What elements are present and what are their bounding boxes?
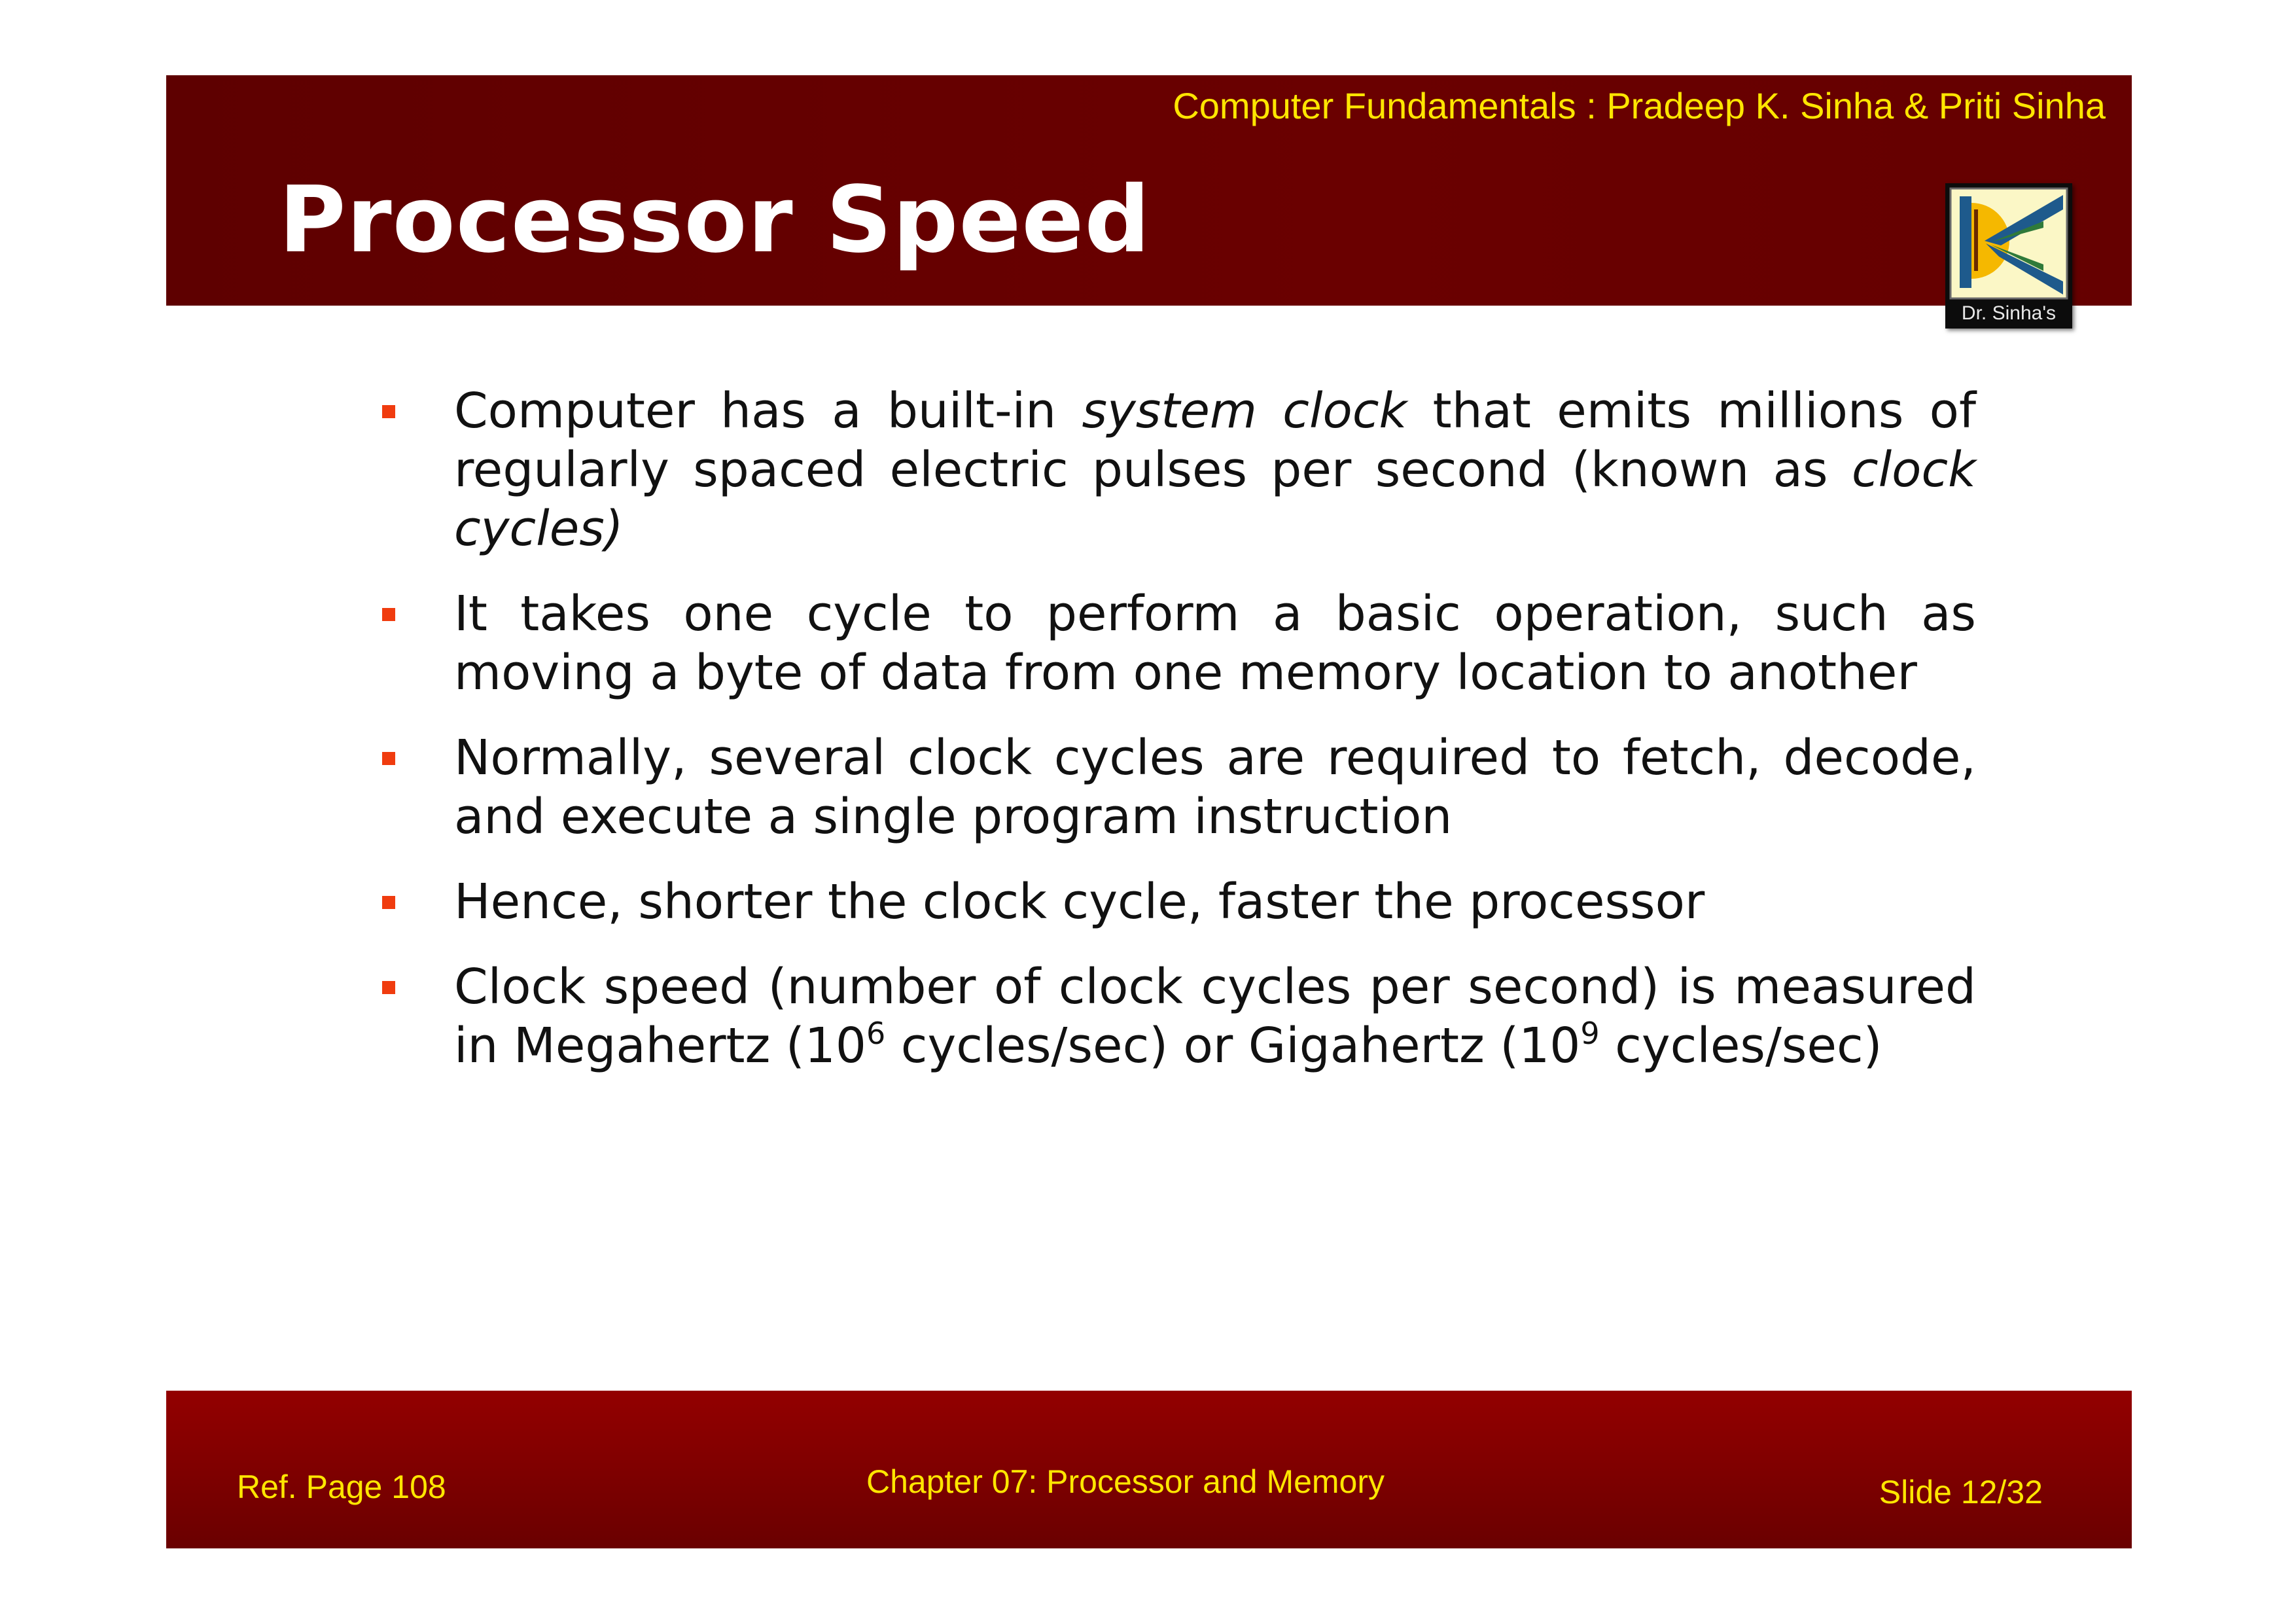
bullet-text: Normally, several clock cycles are requi… (454, 730, 1976, 845)
bullet-list: Computer has a built-in system clock tha… (373, 382, 1976, 1107)
italic-term: system clock (1082, 383, 1407, 439)
bullet-text: It takes one cycle to perform a basic op… (454, 586, 1976, 701)
text-run: cycles/sec) (1599, 1018, 1882, 1074)
bullet-square-icon (382, 981, 395, 994)
book-credit: Computer Fundamentals : Pradeep K. Sinha… (1173, 85, 2106, 126)
text-run: It takes one cycle to perform a basic op… (454, 586, 1976, 701)
bullet-square-icon (382, 752, 395, 765)
dr-sinhas-logo-icon: Dr. Sinha's (1945, 183, 2072, 329)
slide-page: Computer Fundamentals : Pradeep K. Sinha… (0, 0, 2296, 1623)
slide-number: Slide 12/32 (1879, 1474, 2043, 1510)
bullet-square-icon (382, 896, 395, 909)
slide-title: Processor Speed (279, 167, 1151, 274)
logo-caption: Dr. Sinha's (1961, 302, 2057, 324)
footer-band: Ref. Page 108 Chapter 07: Processor and … (166, 1391, 2132, 1548)
bullet-square-icon (382, 405, 395, 418)
bullet-text: Computer has a built-in system clock tha… (454, 383, 1976, 557)
bullet-item: Normally, several clock cycles are requi… (373, 728, 1976, 846)
superscript-exponent: 6 (866, 1016, 886, 1051)
bullet-text: Clock speed (number of clock cycles per … (454, 959, 1976, 1074)
bullet-item: Hence, shorter the clock cycle, faster t… (373, 872, 1976, 931)
text-run: Hence, shorter the clock cycle, faster t… (454, 874, 1705, 930)
bullet-item: Computer has a built-in system clock tha… (373, 382, 1976, 558)
reference-page: Ref. Page 108 (237, 1469, 446, 1505)
bullet-text: Hence, shorter the clock cycle, faster t… (454, 874, 1704, 930)
text-run: cycles/sec) or Gigahertz (10 (885, 1018, 1581, 1074)
logo-graphic (1949, 187, 2068, 300)
superscript-exponent: 9 (1580, 1016, 1600, 1051)
text-run: Computer has a built-in (454, 383, 1082, 439)
bullet-item: It takes one cycle to perform a basic op… (373, 584, 1976, 702)
text-run: Normally, several clock cycles are requi… (454, 730, 1976, 845)
chapter-title: Chapter 07: Processor and Memory (866, 1463, 1385, 1500)
header-band: Computer Fundamentals : Pradeep K. Sinha… (166, 75, 2132, 306)
bullet-square-icon (382, 608, 395, 621)
bullet-item: Clock speed (number of clock cycles per … (373, 957, 1976, 1081)
